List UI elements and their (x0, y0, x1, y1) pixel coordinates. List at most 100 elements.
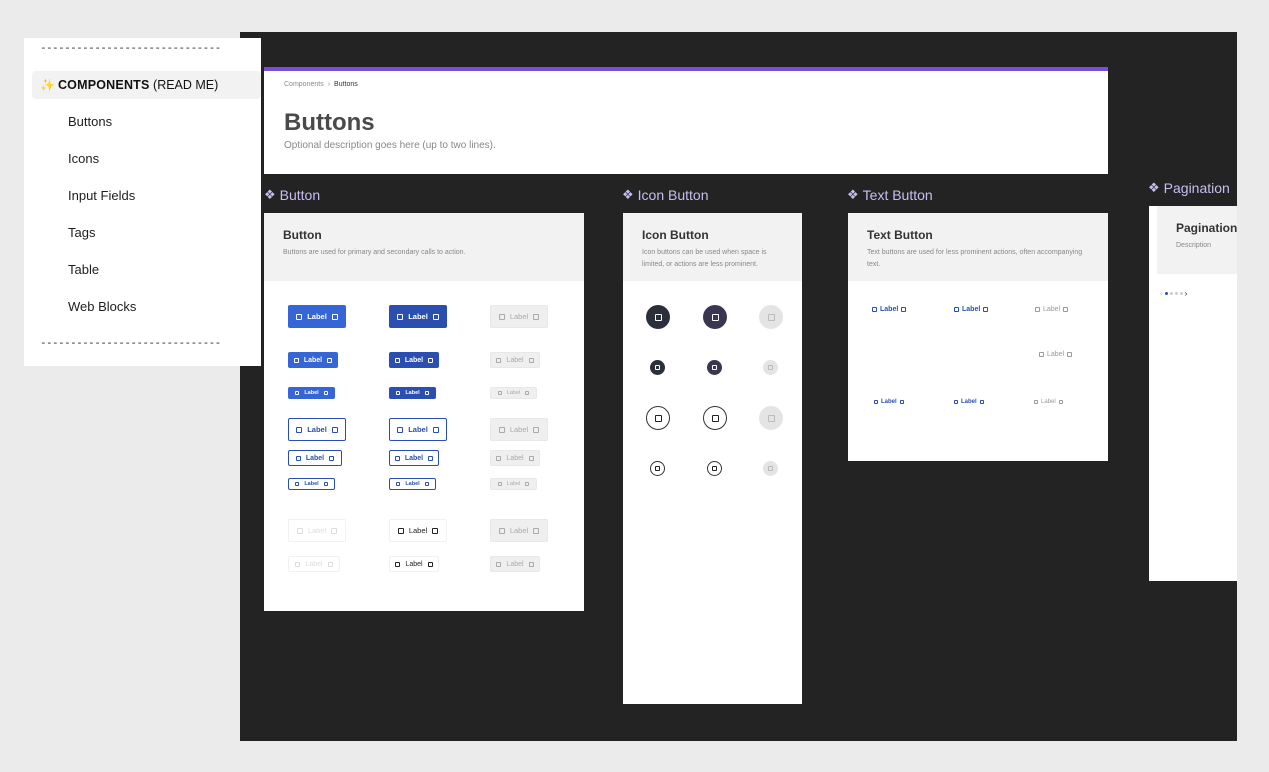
text-button-large[interactable]: Label (872, 306, 907, 313)
page-item-input-fields[interactable]: Input Fields (68, 188, 135, 203)
page-item-tags[interactable]: Tags (68, 225, 95, 240)
primary-button-medium[interactable]: Label (288, 352, 338, 368)
tertiary-button-large-disabled: Label (490, 519, 548, 542)
square-icon (533, 426, 540, 433)
icon-button-large-hover[interactable] (703, 305, 727, 329)
square-icon (655, 365, 660, 370)
app-root: Components › Buttons Buttons Optional de… (0, 0, 1269, 772)
square-icon (525, 391, 530, 395)
page-dot[interactable] (1179, 292, 1183, 295)
square-icon (533, 527, 540, 534)
frame-title: Text Button (867, 228, 933, 242)
primary-button-small[interactable]: Label (288, 387, 335, 399)
square-icon (874, 400, 878, 404)
primary-button-large-hover[interactable]: Label (389, 305, 447, 328)
square-icon (295, 391, 300, 395)
square-icon (295, 482, 300, 486)
page-item-table[interactable]: Table (68, 262, 99, 277)
primary-button-medium-hover[interactable]: Label (389, 352, 439, 368)
square-icon (432, 426, 439, 433)
chevron-right-icon[interactable]: › (1185, 289, 1188, 298)
breadcrumb-item-components[interactable]: Components (284, 81, 324, 88)
square-icon (954, 400, 958, 404)
square-icon (496, 357, 502, 363)
page-item-icons[interactable]: Icons (68, 151, 99, 166)
frame-title: Pagination (1176, 221, 1237, 235)
page-item-web-blocks[interactable]: Web Blocks (68, 299, 136, 314)
square-icon (655, 466, 660, 471)
square-icon (394, 455, 400, 461)
frame-header: Button Buttons are used for primary and … (264, 213, 584, 281)
square-icon (424, 391, 429, 395)
secondary-button-large-hover[interactable]: Label (389, 418, 447, 441)
component-icon: ❖ (1148, 180, 1160, 195)
breadcrumb-item-buttons: Buttons (334, 81, 358, 88)
text-button-small-disabled: Label (1034, 399, 1063, 405)
square-icon (496, 455, 502, 461)
square-icon (497, 482, 502, 486)
tertiary-button-large-inverse[interactable]: Label (288, 519, 346, 542)
section-label-icon-button[interactable]: ❖ Icon Button (622, 187, 708, 203)
icon-button-large-outline-disabled (759, 406, 783, 430)
square-icon (296, 527, 303, 534)
square-icon (654, 414, 662, 422)
square-icon (397, 313, 404, 320)
text-button-small-hover[interactable]: Label (954, 399, 984, 405)
section-label-text-button[interactable]: ❖ Text Button (847, 187, 933, 203)
icon-button-frame: Icon Button Icon buttons can be used whe… (623, 213, 802, 704)
pages-panel: ------------------------------ ✨ COMPONE… (24, 38, 261, 366)
square-icon (428, 357, 434, 363)
component-icon: ❖ (847, 187, 859, 202)
icon-button-small-hover[interactable] (707, 360, 722, 375)
icon-button-small-primary[interactable] (650, 360, 665, 375)
tertiary-button-medium[interactable]: Label (389, 556, 439, 572)
divider-bottom: ------------------------------ (40, 336, 221, 349)
square-icon (528, 455, 534, 461)
icon-button-large-primary[interactable] (646, 305, 670, 329)
design-canvas[interactable]: Components › Buttons Buttons Optional de… (240, 32, 1237, 741)
icon-button-small-disabled (763, 360, 778, 375)
square-icon (1039, 352, 1044, 357)
frame-title: Button (283, 228, 322, 242)
page-item-buttons[interactable]: Buttons (68, 114, 112, 129)
component-icon: ❖ (622, 187, 634, 202)
square-icon (323, 482, 328, 486)
square-icon (327, 561, 333, 567)
section-label-button[interactable]: ❖ Button (264, 187, 320, 203)
frame-header: Pagination Description (1157, 206, 1237, 274)
primary-button-large-disabled: Label (490, 305, 548, 328)
square-icon (331, 527, 338, 534)
square-icon (327, 357, 333, 363)
square-icon (296, 426, 303, 433)
icon-button-large-outline-hover[interactable] (703, 406, 727, 430)
secondary-button-medium[interactable]: Label (288, 450, 342, 466)
secondary-button-large[interactable]: Label (288, 418, 346, 441)
page-dot[interactable] (1169, 292, 1173, 295)
chevron-left-icon[interactable]: ‹ (1160, 289, 1163, 298)
square-icon (1063, 307, 1069, 312)
square-icon (295, 561, 301, 567)
tertiary-button-large[interactable]: Label (389, 519, 447, 542)
page-item-components-read-me[interactable]: ✨ COMPONENTS (READ ME) (32, 71, 261, 99)
tertiary-button-medium-disabled: Label (490, 556, 540, 572)
secondary-button-small[interactable]: Label (288, 478, 335, 490)
page-dot-active[interactable] (1164, 292, 1168, 295)
icon-button-small-outline-hover[interactable] (707, 461, 722, 476)
icon-button-large-outline[interactable] (646, 406, 670, 430)
square-icon (712, 466, 717, 471)
page-dot[interactable] (1174, 292, 1178, 295)
text-button-small[interactable]: Label (874, 399, 904, 405)
primary-button-medium-disabled: Label (490, 352, 540, 368)
section-label-pagination[interactable]: ❖ Pagination (1148, 180, 1230, 196)
icon-button-small-outline[interactable] (650, 461, 665, 476)
primary-button-small-hover[interactable]: Label (389, 387, 436, 399)
text-button-large-hover[interactable]: Label (954, 306, 989, 313)
primary-button-large[interactable]: Label (288, 305, 346, 328)
secondary-button-medium-hover[interactable]: Label (389, 450, 439, 466)
frame-description: Buttons are used for primary and seconda… (283, 249, 466, 256)
secondary-button-small-hover[interactable]: Label (389, 478, 436, 490)
square-icon (901, 307, 907, 312)
frame-header: Text Button Text buttons are used for le… (848, 213, 1108, 281)
page-header-card: Components › Buttons Buttons Optional de… (264, 67, 1108, 174)
tertiary-button-medium-inverse[interactable]: Label (288, 556, 340, 572)
